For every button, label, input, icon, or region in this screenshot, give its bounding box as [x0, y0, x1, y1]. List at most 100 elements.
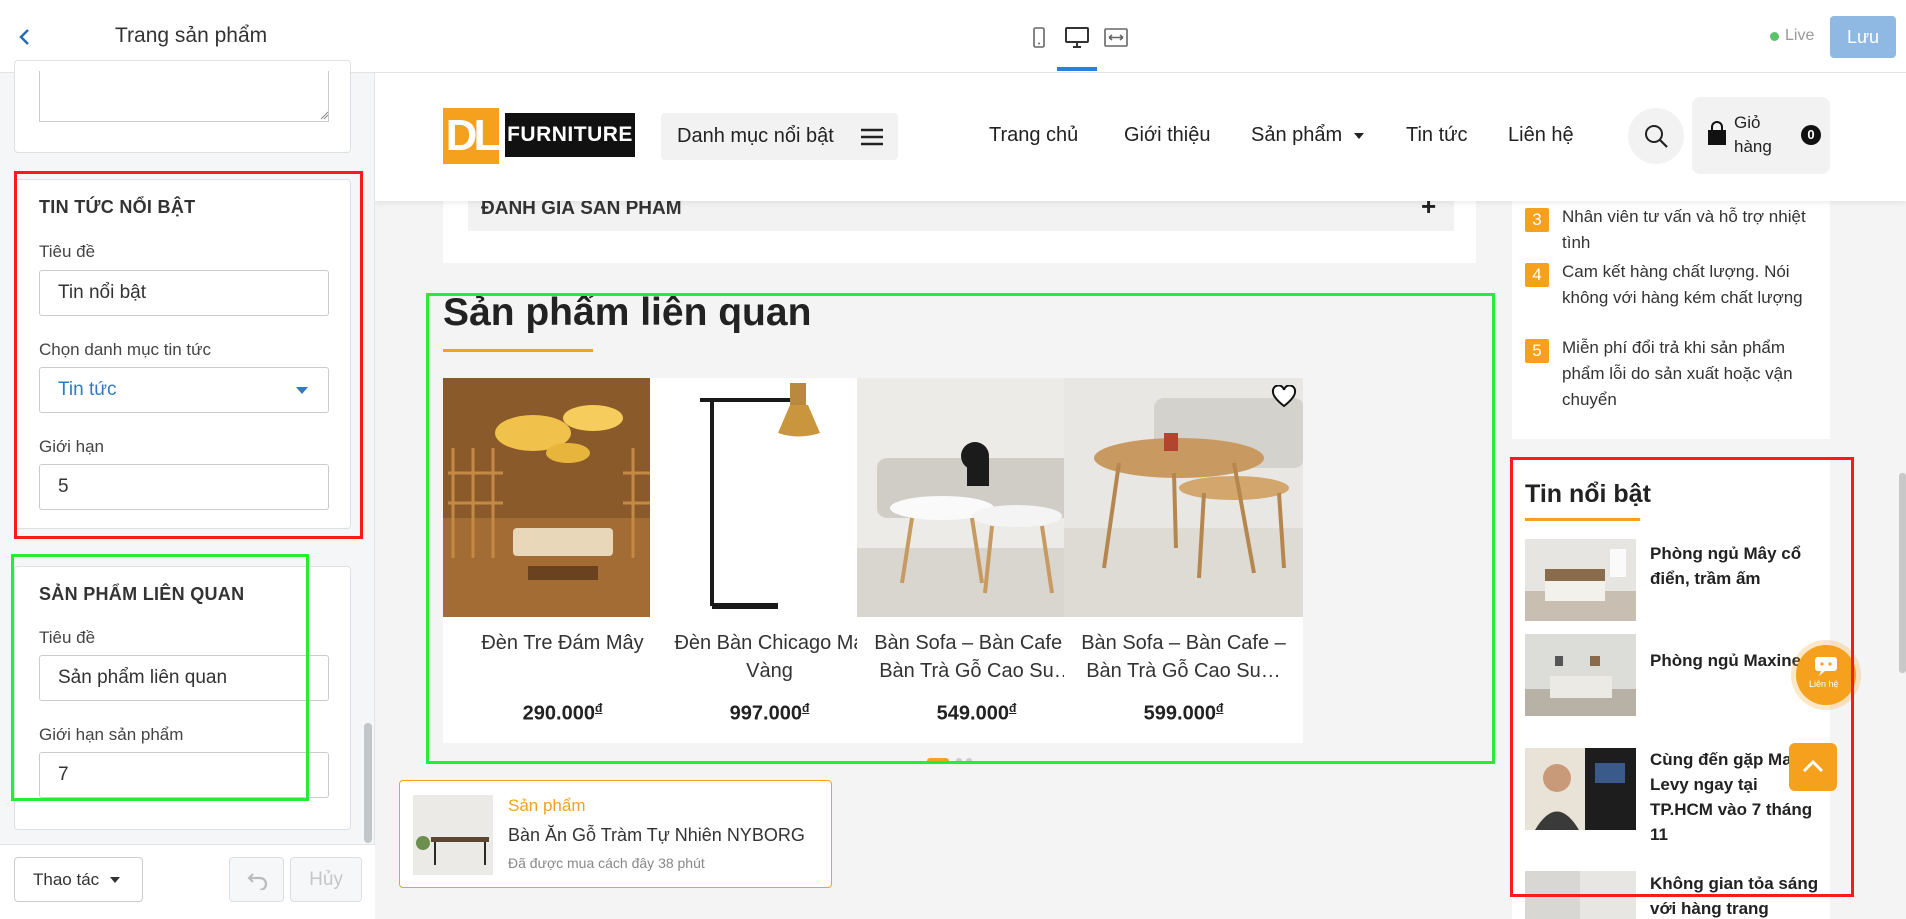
coffee-table-image: [1064, 378, 1303, 617]
back-to-top-button[interactable]: [1789, 743, 1837, 791]
textarea-field[interactable]: [39, 71, 329, 122]
news-title[interactable]: Không gian tỏa sáng với hàng trang: [1650, 871, 1825, 919]
site-header: DL FURNITURE Danh mục nổi bật Trang chủ …: [375, 73, 1906, 201]
actions-label: Thao tác: [33, 870, 100, 889]
product-image[interactable]: [443, 378, 682, 617]
popup-time: Đã được mua cách đây 38 phút: [508, 855, 705, 871]
related-limit-input[interactable]: 7: [39, 752, 329, 798]
news-category-value: Tin tức: [58, 379, 117, 400]
hamburger-icon: [861, 128, 883, 146]
fullwidth-icon[interactable]: [1103, 26, 1129, 50]
news-settings-card: TIN TỨC NỔI BẬT Tiêu đề Tin nổi bật Chọn…: [14, 179, 351, 529]
product-price: 549.000đ: [857, 701, 1096, 726]
related-title-input[interactable]: Sản phẩm liên quan: [39, 655, 329, 701]
cart-label: Giỏ hàng: [1734, 111, 1772, 159]
cart-count-badge: 0: [1801, 125, 1821, 145]
carousel-dots[interactable]: [927, 758, 987, 764]
related-settings-card: SẢN PHẨM LIÊN QUAN Tiêu đề Sản phẩm liên…: [14, 566, 351, 830]
product-image[interactable]: [857, 378, 1096, 617]
panel-title: Trang sản phẩm: [115, 24, 268, 47]
news-title[interactable]: Phòng ngủ Mây cổ điển, trầm ấm: [1650, 541, 1825, 591]
news-thumbnail[interactable]: [1525, 634, 1636, 716]
caret-down-icon: [110, 877, 120, 883]
chat-label: Liên hệ: [1809, 679, 1839, 689]
live-status-dot: [1770, 32, 1779, 41]
actions-dropdown-button[interactable]: Thao tác: [14, 857, 143, 902]
desktop-icon[interactable]: [1064, 26, 1090, 50]
price-value: 290.000: [522, 702, 595, 725]
related-limit-label: Giới hạn sản phẩm: [39, 725, 184, 744]
active-device-indicator: [1057, 67, 1097, 71]
interior-image: [1525, 871, 1636, 919]
cancel-button[interactable]: Hủy: [290, 857, 362, 902]
product-image[interactable]: [650, 378, 889, 617]
price-value: 549.000: [936, 702, 1009, 725]
benefit-number: 5: [1525, 339, 1549, 363]
caret-down-icon: [296, 387, 308, 394]
nav-contact[interactable]: Liên hệ: [1508, 124, 1574, 147]
product-card[interactable]: Bàn Sofa – Bàn Cafe – Bàn Trà Gỗ Cao Su……: [857, 378, 1096, 743]
featured-news-title: Tin nổi bật: [1525, 480, 1651, 508]
popup-product-image: [413, 795, 493, 875]
previous-section-card: [14, 60, 351, 153]
product-card[interactable]: Đèn Tre Đám Mây 290.000đ: [443, 378, 682, 743]
caret-down-icon: [1353, 132, 1364, 139]
news-limit-label: Giới hạn: [39, 437, 105, 456]
currency-symbol: đ: [1008, 701, 1017, 715]
popup-product-name[interactable]: Bàn Ăn Gỗ Tràm Tự Nhiên NYBORG: [508, 825, 805, 846]
undo-button[interactable]: [229, 857, 284, 902]
news-category-label: Chọn danh mục tin tức: [39, 340, 212, 359]
chevron-up-icon: [1802, 759, 1824, 773]
news-title-label: Tiêu đề: [39, 242, 96, 261]
benefit-text: Miễn phí đổi trả khi sản phẩm phẩm lỗi d…: [1562, 338, 1793, 409]
nav-home[interactable]: Trang chủ: [989, 124, 1078, 147]
news-limit-input[interactable]: 5: [39, 464, 329, 510]
news-thumbnail[interactable]: [1525, 539, 1636, 621]
product-image[interactable]: [1064, 378, 1303, 617]
nav-about[interactable]: Giới thiệu: [1124, 124, 1210, 147]
settings-panel: Trang sản phẩm TIN TỨC NỔI BẬT Tiêu đề T…: [0, 0, 375, 919]
nav-products[interactable]: Sản phẩm: [1251, 124, 1364, 147]
product-price: 997.000đ: [650, 701, 889, 726]
logo-text[interactable]: FURNITURE: [505, 113, 635, 157]
search-button[interactable]: [1628, 108, 1684, 164]
nav-news[interactable]: Tin tức: [1406, 124, 1468, 147]
heart-icon[interactable]: [1271, 385, 1297, 409]
news-category-select[interactable]: Tin tức: [39, 367, 329, 413]
category-menu-button[interactable]: Danh mục nổi bật: [661, 113, 898, 160]
news-title-input[interactable]: Tin nổi bật: [39, 270, 329, 316]
title-underline: [1525, 518, 1640, 521]
review-title: ĐÁNH GIÁ SẢN PHẨM: [481, 198, 682, 219]
product-name[interactable]: Bàn Sofa – Bàn Cafe – Bàn Trà Gỗ Cao Su…: [867, 629, 1086, 685]
back-arrow-icon[interactable]: [14, 26, 36, 48]
cart-label-line1: Giỏ: [1734, 113, 1761, 132]
mobile-icon[interactable]: [1026, 26, 1052, 50]
news-thumbnail[interactable]: [1525, 871, 1636, 919]
title-underline: [443, 349, 593, 352]
product-name[interactable]: Bàn Sofa – Bàn Cafe – Bàn Trà Gỗ Cao Su…: [1074, 629, 1293, 685]
live-status-label: Live: [1785, 27, 1815, 44]
benefit-text: Cam kết hàng chất lượng. Nói không với h…: [1562, 262, 1803, 307]
benefit-text: Nhân viên tư vấn và hỗ trợ nhiệt tình: [1562, 207, 1806, 252]
product-name[interactable]: Đèn Bàn Chicago Mạ Vàng: [660, 629, 879, 685]
preview-scrollbar[interactable]: [1899, 473, 1906, 673]
product-card[interactable]: Bàn Sofa – Bàn Cafe – Bàn Trà Gỗ Cao Su……: [1064, 378, 1303, 743]
product-price: 290.000đ: [443, 701, 682, 726]
panel-scrollbar[interactable]: [364, 723, 372, 843]
resize-handle-icon[interactable]: [320, 111, 329, 120]
sofa-table-image: [857, 378, 1096, 617]
cart-button[interactable]: Giỏ hàng 0: [1692, 97, 1830, 174]
price-value: 997.000: [729, 702, 802, 725]
bedroom-image: [1525, 634, 1636, 716]
bamboo-lamp-room-image: [443, 378, 682, 617]
chat-icon: [1815, 657, 1837, 676]
product-name[interactable]: Đèn Tre Đám Mây: [453, 629, 672, 685]
related-products-title: Sản phẩm liên quan: [443, 291, 812, 334]
logo-mark[interactable]: DL: [443, 108, 500, 164]
news-thumbnail[interactable]: [1525, 748, 1636, 830]
save-button[interactable]: Lưu: [1830, 16, 1896, 58]
product-card[interactable]: Đèn Bàn Chicago Mạ Vàng 997.000đ: [650, 378, 889, 743]
news-section-title: TIN TỨC NỔI BẬT: [39, 197, 196, 217]
contact-chat-button[interactable]: [1796, 645, 1856, 705]
recent-purchase-popup[interactable]: Sản phẩm Bàn Ăn Gỗ Tràm Tự Nhiên NYBORG …: [399, 780, 832, 888]
